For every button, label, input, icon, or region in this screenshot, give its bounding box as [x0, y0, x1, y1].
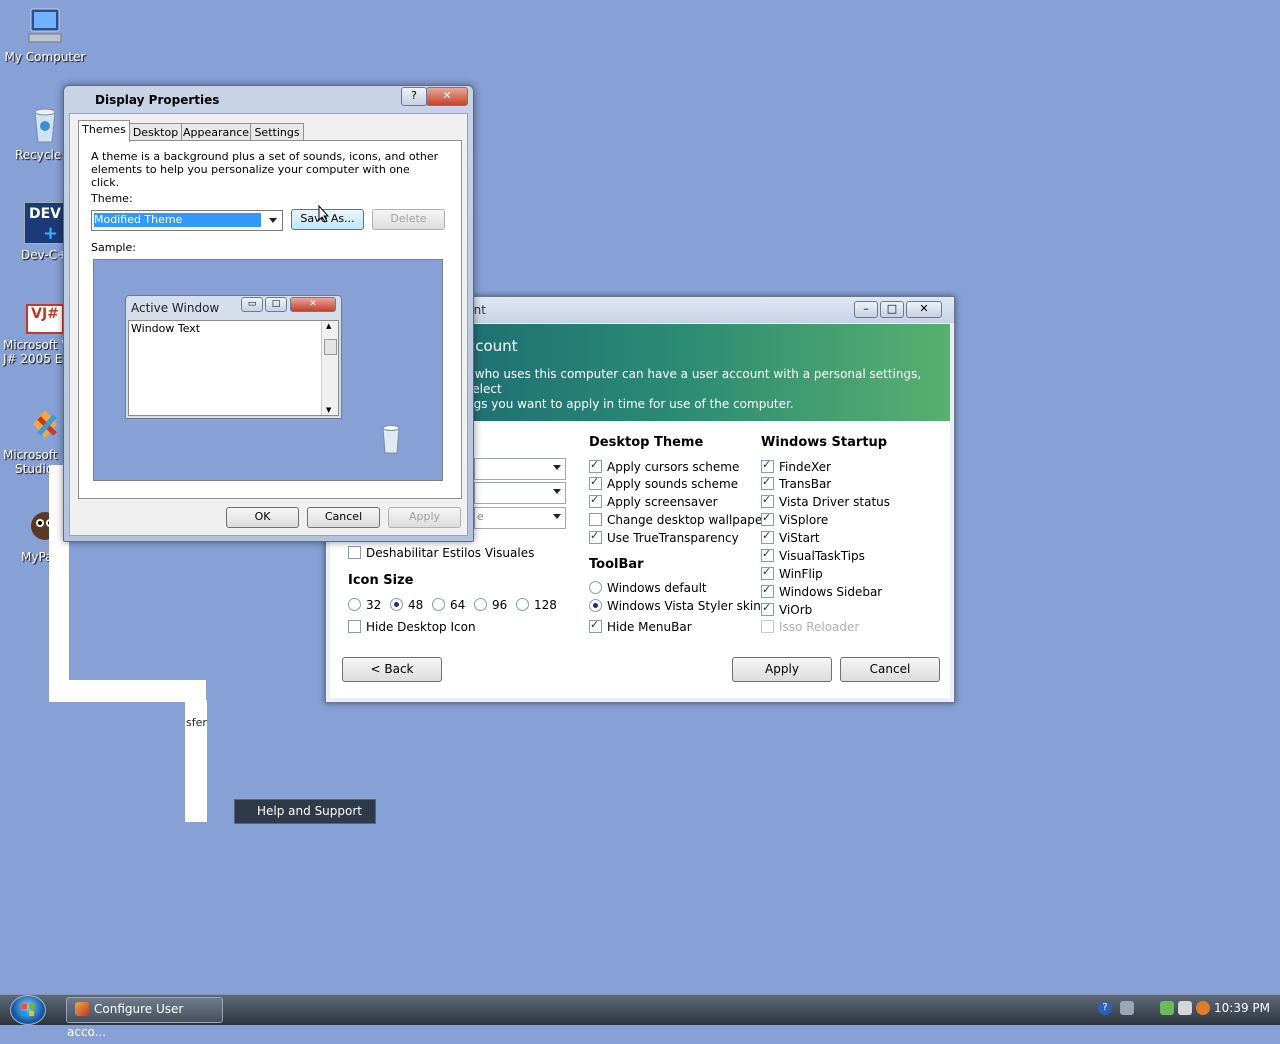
dialog-title: Display Properties [95, 93, 220, 107]
startup-sidebar-checkbox[interactable]: Windows Sidebar [761, 582, 882, 600]
search-icon[interactable] [1196, 1001, 1210, 1015]
dev-cpp-icon: DEV + [24, 202, 66, 244]
icon-size-48-radio[interactable]: 48 [390, 597, 423, 613]
dialog-content: Themes Desktop Appearance Settings A the… [69, 113, 468, 536]
language-icon[interactable] [1178, 1001, 1192, 1015]
startup-visplore-checkbox[interactable]: ViSplore [761, 510, 828, 528]
mouse-cursor-icon [318, 204, 330, 226]
hide-desktop-icon-checkbox[interactable]: Hide Desktop Icon [348, 619, 476, 635]
sample-minimize-icon: ▭ [241, 297, 263, 312]
close-button[interactable]: ✕ [906, 301, 942, 318]
tab-themes[interactable]: Themes [78, 120, 130, 142]
start-menu-fragment-text: sfer [186, 716, 207, 729]
sample-active-window: Active Window ▭ □ ✕ Window Text ▲ ▼ [125, 295, 342, 419]
start-menu-fragment [49, 680, 206, 702]
maximize-button[interactable]: □ [880, 301, 904, 318]
startup-vistart-checkbox[interactable]: ViStart [761, 528, 820, 546]
cancel-button[interactable]: Cancel [840, 657, 940, 682]
sample-window-title: Active Window [131, 301, 220, 315]
theme-description: A theme is a background plus a set of so… [91, 150, 439, 189]
clock[interactable]: 10:39 PM [1214, 1001, 1270, 1015]
recycle-bin-icon [25, 104, 65, 144]
setting-combo-3[interactable]: e [474, 507, 566, 529]
change-wallpaper-checkbox[interactable]: Change desktop wallpaper [589, 512, 767, 528]
true-transparency-checkbox[interactable]: Use TrueTransparency [589, 528, 739, 546]
windows-logo-icon [22, 1004, 34, 1016]
startup-vista-driver-checkbox[interactable]: Vista Driver status [761, 492, 890, 510]
toolbar-vista-styler-radio[interactable]: Windows Vista Styler skin [589, 598, 761, 614]
help-button[interactable]: ? [401, 87, 427, 106]
startup-transbar-checkbox[interactable]: TransBar [761, 474, 831, 492]
apply-button: Apply [388, 507, 461, 528]
banner-description: r who uses this computer can have a user… [466, 367, 922, 411]
startup-visualtasktips-checkbox[interactable]: VisualTaskTips [761, 546, 865, 564]
chevron-down-icon [269, 218, 277, 223]
start-button[interactable] [10, 995, 46, 1025]
close-button[interactable]: ✕ [426, 87, 468, 106]
windows-startup-heading: Windows Startup [761, 435, 888, 450]
desktop-theme-heading: Desktop Theme [589, 435, 704, 450]
chevron-down-icon [553, 489, 561, 494]
scroll-thumb [324, 339, 337, 355]
combo-value: e [477, 510, 484, 523]
visual-studio-icon [25, 404, 65, 444]
icon-size-heading: Icon Size [348, 573, 414, 588]
sample-maximize-icon: □ [265, 297, 287, 312]
vjsharp-icon: VJ# [26, 304, 64, 334]
hide-menubar-checkbox[interactable]: Hide MenuBar [589, 617, 692, 635]
plus-icon: + [43, 223, 59, 244]
startup-viorb-checkbox[interactable]: ViOrb [761, 600, 812, 618]
theme-select[interactable]: Modified Theme [91, 210, 283, 231]
help-and-support-item[interactable]: Help and Support [234, 799, 376, 824]
desktop-icon-label: My Computer [4, 50, 86, 64]
scroll-up-icon: ▲ [326, 322, 332, 330]
startup-isso-reloader-checkbox: Isso Reloader [761, 619, 859, 635]
network-icon[interactable] [1120, 1001, 1134, 1015]
help-icon: ? [411, 89, 417, 102]
deshabilitar-estilos-checkbox[interactable]: Deshabilitar Estilos Visuales [348, 545, 534, 561]
desktop-icon-label: MyPa [21, 550, 53, 564]
theme-label: Theme: [91, 192, 133, 205]
icon-size-64-radio[interactable]: 64 [432, 597, 465, 613]
display-properties-dialog: Display Properties ? ✕ Themes Desktop Ap… [63, 85, 474, 542]
volume-icon[interactable] [1160, 1001, 1174, 1015]
cancel-button[interactable]: Cancel [307, 507, 380, 528]
chevron-down-icon [553, 514, 561, 519]
banner-heading: ccount [467, 337, 518, 355]
my-computer-icon [25, 6, 65, 46]
sample-scrollbar: ▲ ▼ [321, 321, 338, 415]
apply-sounds-checkbox[interactable]: Apply sounds scheme [589, 474, 738, 492]
desktop-icon-my-computer[interactable]: My Computer [0, 6, 90, 64]
startup-winflip-checkbox[interactable]: WinFlip [761, 564, 823, 582]
apply-button[interactable]: Apply [732, 657, 832, 682]
sample-close-icon: ✕ [290, 297, 336, 312]
icon-size-96-radio[interactable]: 96 [474, 597, 507, 613]
minimize-button[interactable]: – [854, 301, 878, 318]
startup-findexer-checkbox[interactable]: FindeXer [761, 457, 831, 475]
theme-sample-preview: Active Window ▭ □ ✕ Window Text ▲ ▼ [93, 259, 443, 481]
close-icon: ✕ [442, 89, 452, 102]
ok-button[interactable]: OK [226, 507, 299, 528]
chevron-down-icon [553, 465, 561, 470]
theme-select-value: Modified Theme [94, 213, 261, 227]
scroll-down-icon: ▼ [326, 406, 332, 414]
taskbar-item-configure-user-account[interactable]: Configure User acco... [66, 997, 223, 1039]
help-and-support-label: Help and Support [257, 804, 362, 818]
app-icon [75, 1002, 89, 1016]
toolbar-heading: ToolBar [589, 557, 644, 572]
icon-size-32-radio[interactable]: 32 [348, 597, 381, 613]
setting-combo-1[interactable] [474, 458, 566, 480]
sample-recycle-bin-icon [378, 422, 404, 457]
setting-combo-2[interactable] [474, 482, 566, 504]
sample-window-text: Window Text [131, 322, 201, 335]
icon-size-128-radio[interactable]: 128 [516, 597, 557, 613]
help-icon[interactable]: ? [1098, 1001, 1112, 1015]
apply-cursors-checkbox[interactable]: Apply cursors scheme [589, 457, 739, 475]
sample-window-client: Window Text ▲ ▼ [128, 320, 339, 416]
apply-screensaver-checkbox[interactable]: Apply screensaver [589, 492, 718, 510]
back-button[interactable]: < Back [342, 657, 442, 682]
delete-button: Delete [372, 209, 445, 230]
sample-label: Sample: [91, 241, 136, 254]
toolbar-windows-default-radio[interactable]: Windows default [589, 580, 707, 596]
